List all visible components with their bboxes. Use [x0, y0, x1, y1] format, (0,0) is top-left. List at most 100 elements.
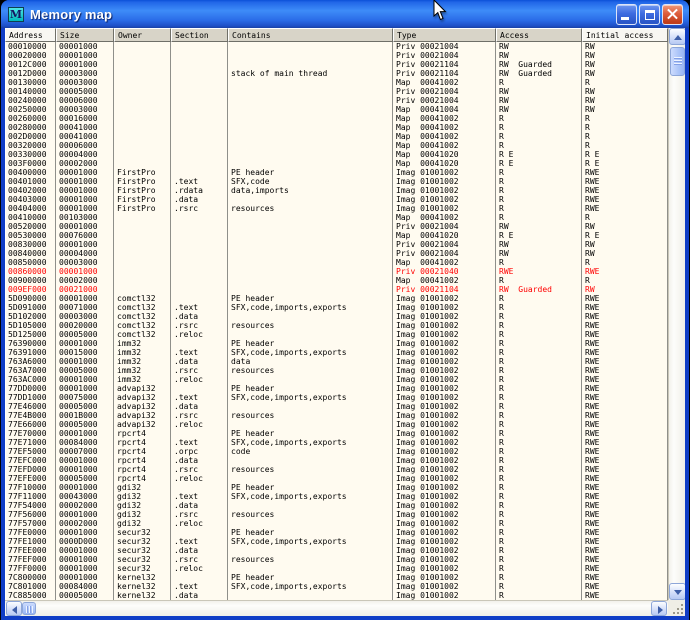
horizontal-scrollbar-thumb[interactable]	[22, 602, 36, 615]
table-row[interactable]: 0024000000006000Priv 00021004RWRW	[5, 96, 668, 105]
table-row[interactable]: 77DD100000075000advapi32.textSFX,code,im…	[5, 393, 668, 402]
table-row[interactable]: 5D09000000001000comctl32PE headerImag 01…	[5, 294, 668, 303]
table-row[interactable]: 0040300000001000FirstPro.dataImag 010010…	[5, 195, 668, 204]
horizontal-scrollbar[interactable]	[5, 600, 685, 616]
table-row[interactable]: 0084000000004000Priv 00021004RWRW	[5, 249, 668, 258]
cell-size: 00002000	[56, 159, 114, 168]
table-row[interactable]: 77F5600000001000gdi32.rsrcresourcesImag …	[5, 510, 668, 519]
table-row[interactable]: 0033000000004000Map 00041020R ER E	[5, 150, 668, 159]
cell-owner: rpcrt4	[114, 429, 171, 438]
table-row[interactable]: 0012D00000003000stack of main threadPriv…	[5, 69, 668, 78]
cell-access: R	[496, 321, 582, 330]
scroll-left-button[interactable]	[6, 601, 22, 616]
table-row[interactable]: 0025000000003000Map 00041004RWRW	[5, 105, 668, 114]
table-row[interactable]: 77E7000000001000rpcrt4PE headerImag 0100…	[5, 429, 668, 438]
table-row[interactable]: 0002000000001000Priv 00021004RWRW	[5, 51, 668, 60]
cell-access: R	[496, 465, 582, 474]
table-row[interactable]: 0040000000001000FirstProPE headerImag 01…	[5, 168, 668, 177]
table-row[interactable]: 77E4B0000001B000advapi32.rsrcresourcesIm…	[5, 411, 668, 420]
cell-access: R	[496, 411, 582, 420]
cell-address: 00010000	[5, 42, 56, 51]
vertical-scrollbar-thumb[interactable]	[670, 47, 685, 76]
table-row[interactable]: 77F1100000043000gdi32.textSFX,code,impor…	[5, 492, 668, 501]
table-row[interactable]: 0041000000103000Map 00041002RR	[5, 213, 668, 222]
column-header-type[interactable]: Type	[393, 28, 496, 42]
scroll-down-button[interactable]	[669, 583, 685, 600]
cell-initial-access: R E	[582, 231, 668, 240]
table-row[interactable]: 0085000000003000Map 00041002RR	[5, 258, 668, 267]
scroll-up-button[interactable]	[669, 28, 685, 45]
table-row[interactable]: 77DD000000001000advapi32PE headerImag 01…	[5, 384, 668, 393]
cell-size: 00005000	[56, 330, 114, 339]
cell-initial-access: RWE	[582, 348, 668, 357]
minimize-button[interactable]	[616, 4, 637, 25]
table-row[interactable]: 0014000000005000Priv 00021004RWRW	[5, 87, 668, 96]
table-row[interactable]: 77E7100000084000rpcrt4.textSFX,code,impo…	[5, 438, 668, 447]
table-row[interactable]: 0053000000076000Map 00041020R ER E	[5, 231, 668, 240]
table-row[interactable]: 0032000000006000Map 00041002RR	[5, 141, 668, 150]
column-header-initial-access[interactable]: Initial access	[582, 28, 668, 42]
table-row[interactable]: 0026000000016000Map 00041002RR	[5, 114, 668, 123]
table-row[interactable]: 5D10500000020000comctl32.rsrcresourcesIm…	[5, 321, 668, 330]
table-row[interactable]: 003F000000002000Map 00041020R ER E	[5, 159, 668, 168]
table-row[interactable]: 763A600000001000imm32.datadataImag 01001…	[5, 357, 668, 366]
resize-grip[interactable]	[668, 600, 685, 616]
scroll-right-button[interactable]	[651, 601, 667, 616]
table-row[interactable]: 0012C00000001000Priv 00021104RW GuardedR…	[5, 60, 668, 69]
column-header-section[interactable]: Section	[171, 28, 228, 42]
column-header-contains[interactable]: Contains	[228, 28, 393, 42]
table-row[interactable]: 77FE10000000D000secur32.textSFX,code,imp…	[5, 537, 668, 546]
table-row[interactable]: 77EFC00000001000rpcrt4.dataImag 01001002…	[5, 456, 668, 465]
table-row[interactable]: 763A700000005000imm32.rsrcresourcesImag …	[5, 366, 668, 375]
title-bar[interactable]: M Memory map	[1, 0, 689, 28]
table-row[interactable]: 7C88500000005000kernel32.dataImag 010010…	[5, 591, 668, 600]
table-row[interactable]: 77FEE00000001000secur32.dataImag 0100100…	[5, 546, 668, 555]
table-row[interactable]: 0052000000001000Priv 00021004RWRW	[5, 222, 668, 231]
table-row[interactable]: 763AC00000001000imm32.relocImag 01001002…	[5, 375, 668, 384]
table-row[interactable]: 5D10200000003000comctl32.dataImag 010010…	[5, 312, 668, 321]
table-row[interactable]: 77FE000000001000secur32PE headerImag 010…	[5, 528, 668, 537]
table-row[interactable]: 0090000000002000Map 00041002RR	[5, 276, 668, 285]
column-header-address[interactable]: Address	[5, 28, 56, 42]
table-row[interactable]: 77EF500000007000rpcrt4.orpccodeImag 0100…	[5, 447, 668, 456]
table-row[interactable]: 7639000000001000imm32PE headerImag 01001…	[5, 339, 668, 348]
cell-type: Imag 01001002	[393, 447, 496, 456]
cell-type: Imag 01001002	[393, 366, 496, 375]
cell-address: 77EFC000	[5, 456, 56, 465]
table-row[interactable]: 77F1000000001000gdi32PE headerImag 01001…	[5, 483, 668, 492]
table-row[interactable]: 77FF000000001000secur32.relocImag 010010…	[5, 564, 668, 573]
table-row[interactable]: 7639100000015000imm32.textSFX,code,impor…	[5, 348, 668, 357]
table-row[interactable]: 77F5700000002000gdi32.relocImag 01001002…	[5, 519, 668, 528]
cell-section: .rsrc	[171, 555, 228, 564]
cell-access: R	[496, 123, 582, 132]
table-row[interactable]: 0013000000003000Map 00041002RR	[5, 78, 668, 87]
table-row[interactable]: 77E4600000005000advapi32.dataImag 010010…	[5, 402, 668, 411]
cell-address: 763AC000	[5, 375, 56, 384]
table-row[interactable]: 009EF00000021000Priv 00021104RW GuardedR…	[5, 285, 668, 294]
column-header-access[interactable]: Access	[496, 28, 582, 42]
table-header-row: AddressSizeOwnerSectionContainsTypeAcces…	[5, 28, 668, 42]
table-row[interactable]: 002D000000041000Map 00041002RR	[5, 132, 668, 141]
cell-section	[171, 276, 228, 285]
close-button[interactable]	[662, 4, 683, 25]
table-row[interactable]: 0040200000001000FirstPro.rdatadata,impor…	[5, 186, 668, 195]
table-row[interactable]: 0040100000001000FirstPro.textSFX,codeIma…	[5, 177, 668, 186]
vertical-scrollbar[interactable]	[668, 28, 685, 600]
maximize-button[interactable]	[639, 4, 660, 25]
table-row[interactable]: 7C80000000001000kernel32PE headerImag 01…	[5, 573, 668, 582]
table-row[interactable]: 77EFE00000005000rpcrt4.relocImag 0100100…	[5, 474, 668, 483]
table-row[interactable]: 0040400000001000FirstPro.rsrcresourcesIm…	[5, 204, 668, 213]
table-row[interactable]: 0028000000041000Map 00041002RR	[5, 123, 668, 132]
column-header-size[interactable]: Size	[56, 28, 114, 42]
table-row[interactable]: 5D12500000005000comctl32.relocImag 01001…	[5, 330, 668, 339]
table-row[interactable]: 0083000000001000Priv 00021004RWRW	[5, 240, 668, 249]
table-row[interactable]: 0086000000001000Priv 00021040RWERWE	[5, 267, 668, 276]
table-row[interactable]: 77F5400000002000gdi32.dataImag 01001002R…	[5, 501, 668, 510]
column-header-owner[interactable]: Owner	[114, 28, 171, 42]
table-row[interactable]: 5D09100000071000comctl32.textSFX,code,im…	[5, 303, 668, 312]
table-row[interactable]: 77E6600000005000advapi32.relocImag 01001…	[5, 420, 668, 429]
table-row[interactable]: 0001000000001000Priv 00021004RWRW	[5, 42, 668, 51]
table-row[interactable]: 77FEF00000001000secur32.rsrcresourcesIma…	[5, 555, 668, 564]
table-row[interactable]: 77EFD00000001000rpcrt4.rsrcresourcesImag…	[5, 465, 668, 474]
table-row[interactable]: 7C80100000084000kernel32.textSFX,code,im…	[5, 582, 668, 591]
